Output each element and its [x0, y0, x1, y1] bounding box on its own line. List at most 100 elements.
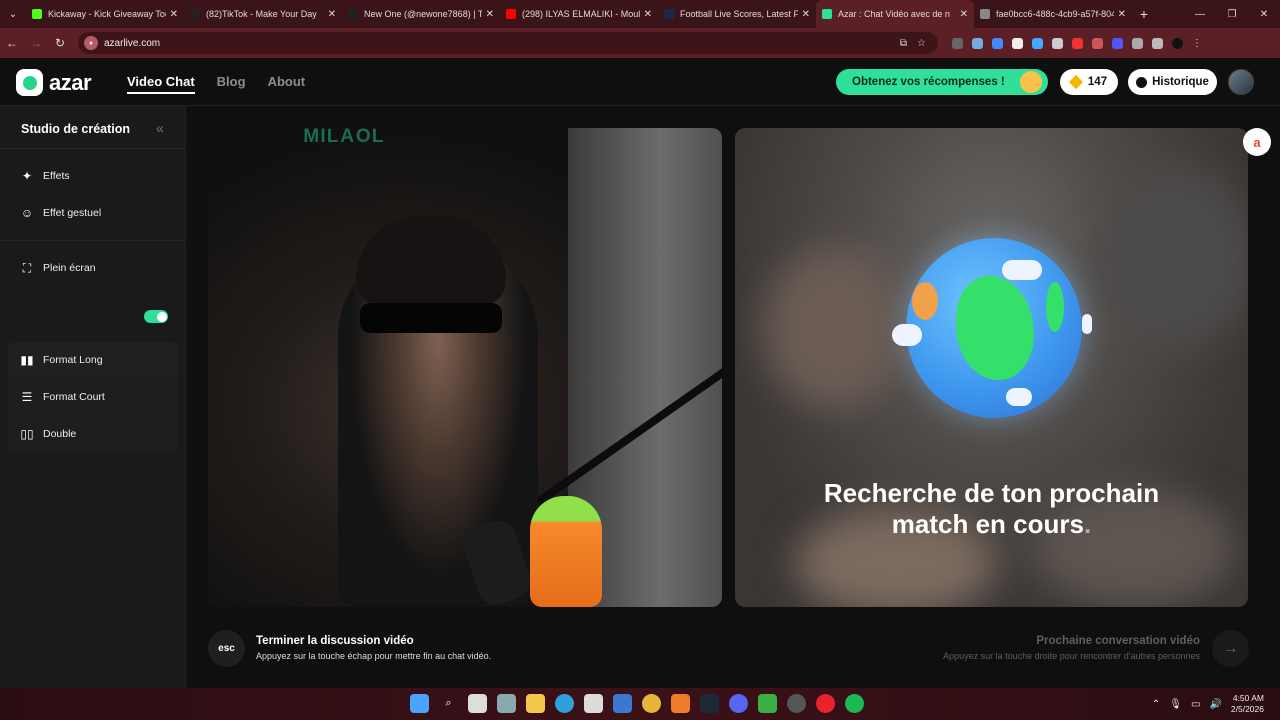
sidebar-item-label: Format Court	[43, 391, 105, 403]
extensions-puzzle-icon[interactable]	[1132, 37, 1143, 49]
searching-line-2: match en cours.	[735, 509, 1248, 540]
next-arrow-button[interactable]: →	[1212, 630, 1249, 667]
nav-about[interactable]: About	[268, 74, 306, 94]
extension-icon[interactable]	[1012, 37, 1023, 49]
tab-search-icon[interactable]: ⌄	[0, 0, 26, 28]
opera-icon[interactable]	[816, 694, 835, 713]
extension-icon[interactable]	[972, 37, 983, 49]
network-icon[interactable]: ▭	[1191, 699, 1200, 710]
extension-icon[interactable]	[1072, 37, 1083, 49]
microphone-icon[interactable]: 🎙	[1169, 699, 1182, 710]
reload-icon[interactable]: ↻	[48, 36, 72, 50]
extension-icon[interactable]	[1052, 37, 1063, 49]
settings-icon[interactable]	[497, 694, 516, 713]
reading-list-icon[interactable]	[1152, 37, 1163, 49]
address-bar: ← → ↻ ● azarlive.com ⧉ ☆ ⋮	[0, 28, 1280, 58]
search-icon[interactable]: ⌕	[439, 694, 458, 713]
edge-browser-icon[interactable]	[555, 694, 574, 713]
continent	[1046, 282, 1064, 332]
sunglasses	[360, 303, 502, 333]
sidebar-item-double[interactable]: ▯▯ Double	[8, 417, 178, 451]
back-icon[interactable]: ←	[0, 36, 24, 50]
extension-icon[interactable]	[992, 37, 1003, 49]
tab-close-icon[interactable]: ✕	[1118, 9, 1126, 20]
cloud-shape	[1006, 388, 1032, 406]
new-tab-icon[interactable]: +	[1132, 6, 1156, 22]
tab-close-icon[interactable]: ✕	[644, 9, 652, 20]
extension-icon[interactable]	[1092, 37, 1103, 49]
azar-logo[interactable]: azar	[16, 69, 92, 96]
sidebar-item-format-short[interactable]: ☰ Format Court	[8, 380, 178, 414]
maximize-icon[interactable]: ❐	[1216, 0, 1248, 28]
tab-close-icon[interactable]: ✕	[960, 9, 968, 20]
sidebar-item-gesture-effect[interactable]: ☺ Effet gestuel	[8, 196, 178, 230]
task-view-icon[interactable]	[468, 694, 487, 713]
site-info-icon[interactable]: ●	[84, 36, 98, 50]
browser-tab[interactable]: Kickaway - Kick Giveaway Tool ✕	[26, 0, 184, 28]
globe-icon	[892, 238, 1092, 418]
tray-chevron-icon[interactable]: ⌃	[1152, 699, 1160, 710]
sidebar-item-format-long[interactable]: ▮▮ Format Long	[8, 343, 178, 377]
start-menu-icon[interactable]	[410, 694, 429, 713]
sidebar-item-label: Effets	[43, 170, 70, 182]
spotify-icon[interactable]	[845, 694, 864, 713]
collapse-sidebar-icon[interactable]: «	[156, 120, 164, 136]
browser-tab[interactable]: Football Live Scores, Latest Football ✕	[658, 0, 816, 28]
close-window-icon[interactable]: ✕	[1248, 0, 1280, 28]
tab-title: Football Live Scores, Latest Football	[680, 9, 798, 19]
user-avatar[interactable]	[1228, 69, 1254, 95]
file-explorer-icon[interactable]	[526, 694, 545, 713]
volume-icon[interactable]: 🔊	[1209, 699, 1221, 710]
extension-icon[interactable]	[1112, 37, 1123, 49]
url-field[interactable]: ● azarlive.com ⧉ ☆	[78, 32, 938, 54]
tab-favicon-icon	[32, 9, 42, 19]
play-icon[interactable]	[758, 694, 777, 713]
nav-video-chat[interactable]: Video Chat	[127, 74, 195, 94]
tab-close-icon[interactable]: ✕	[802, 9, 810, 20]
blur-blob	[1095, 168, 1248, 348]
steam-icon[interactable]	[700, 694, 719, 713]
extension-icon[interactable]	[1032, 37, 1043, 49]
history-button[interactable]: Historique	[1128, 69, 1217, 95]
app-icon[interactable]	[787, 694, 806, 713]
gems-button[interactable]: 147	[1060, 69, 1118, 95]
streamer-hair	[356, 216, 506, 306]
tab-close-icon[interactable]: ✕	[170, 9, 178, 20]
system-clock[interactable]: 4:50 AM 2/5/2026	[1231, 693, 1264, 715]
neon-sign: ᴹᴵᴸᴬᴼᴸ	[304, 128, 386, 155]
app-icon[interactable]	[671, 694, 690, 713]
store-icon[interactable]	[584, 694, 603, 713]
minimize-icon[interactable]: —	[1184, 0, 1216, 28]
browser-tab[interactable]: (298) ILYAS ELMALIKI - Moul chi ✕	[500, 0, 658, 28]
chrome-icon[interactable]	[642, 694, 661, 713]
floating-sticker-icon[interactable]: a	[1243, 128, 1271, 156]
fullscreen-toggle[interactable]	[144, 310, 168, 323]
browser-tab-active[interactable]: Azar : Chat Vidéo avec de n ✕	[816, 0, 974, 28]
tab-close-icon[interactable]: ✕	[486, 9, 494, 20]
searching-message: Recherche de ton prochain match en cours…	[735, 478, 1248, 540]
bookmark-star-icon[interactable]: ☆	[917, 38, 926, 49]
magic-wand-icon: ✦	[21, 169, 33, 183]
extension-icon[interactable]	[952, 37, 963, 49]
end-chat-hint: Appuyez sur la touche échap pour mettre …	[256, 651, 492, 661]
tab-favicon-icon	[822, 9, 832, 19]
history-label: Historique	[1152, 76, 1209, 88]
tab-favicon-icon	[506, 9, 516, 19]
nav-blog[interactable]: Blog	[217, 74, 246, 94]
mail-icon[interactable]	[613, 694, 632, 713]
rewards-label: Obtenez vos récompenses !	[852, 76, 1005, 88]
sidebar-item-effects[interactable]: ✦ Effets	[8, 159, 178, 193]
tab-close-icon[interactable]: ✕	[328, 9, 336, 20]
profile-avatar-icon[interactable]	[1172, 37, 1183, 49]
menu-kebab-icon[interactable]: ⋮	[1192, 38, 1202, 49]
gems-count: 147	[1087, 76, 1108, 88]
discord-icon[interactable]	[729, 694, 748, 713]
rewards-button[interactable]: Obtenez vos récompenses !	[836, 69, 1048, 95]
esc-key-button[interactable]: esc	[208, 630, 245, 667]
browser-tab[interactable]: New One (@newone7868) | TikTok ✕	[342, 0, 500, 28]
browser-tab[interactable]: (82)TikTok - Make Your Day ✕	[184, 0, 342, 28]
tab-favicon-icon	[980, 9, 990, 19]
browser-tab[interactable]: fae0bcc6-488c-4cb9-a57f-8049 ✕	[974, 0, 1132, 28]
install-app-icon[interactable]: ⧉	[900, 38, 907, 49]
forward-icon[interactable]: →	[24, 36, 48, 50]
